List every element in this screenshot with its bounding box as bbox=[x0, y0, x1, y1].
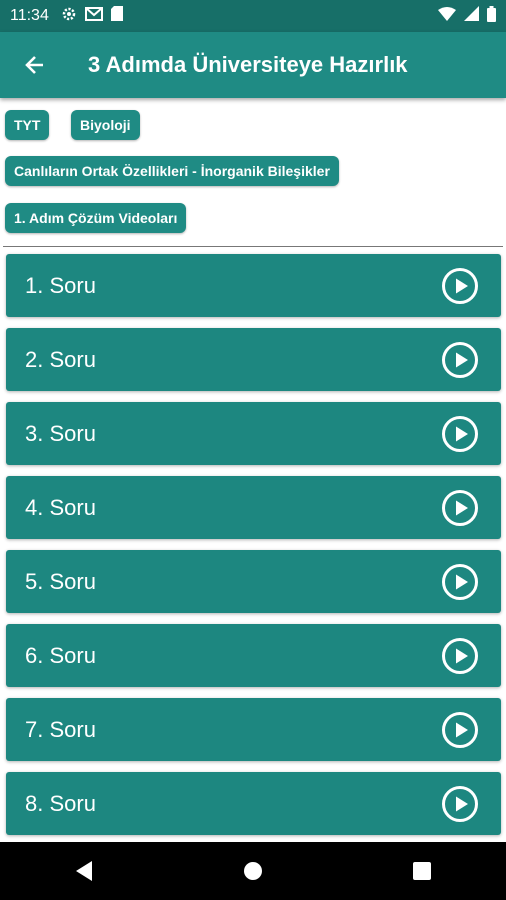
app-bar: 3 Adımda Üniversiteye Hazırlık bbox=[0, 32, 506, 98]
status-bar: 11:34 bbox=[0, 0, 506, 32]
signal-icon bbox=[464, 6, 479, 26]
question-label: 7. Soru bbox=[25, 716, 96, 742]
circle-home-icon bbox=[243, 862, 262, 880]
question-item-6[interactable]: 6. Soru bbox=[6, 624, 501, 687]
nav-recents-button[interactable] bbox=[392, 842, 452, 900]
question-item-7[interactable]: 7. Soru bbox=[6, 698, 501, 761]
question-item-1[interactable]: 1. Soru bbox=[6, 254, 501, 317]
play-circle-icon bbox=[442, 785, 478, 822]
gmail-icon bbox=[84, 6, 103, 26]
exam-chip: TYT bbox=[5, 110, 50, 140]
question-label: 6. Soru bbox=[25, 642, 96, 668]
sd-card-icon bbox=[110, 6, 123, 26]
triangle-back-icon bbox=[76, 861, 93, 881]
play-circle-icon bbox=[442, 563, 478, 600]
play-circle-icon bbox=[442, 415, 478, 452]
square-recents-icon bbox=[412, 862, 431, 880]
question-label: 1. Soru bbox=[25, 272, 96, 298]
status-time: 11:34 bbox=[10, 7, 49, 24]
question-label: 4. Soru bbox=[25, 494, 96, 520]
question-item-2[interactable]: 2. Soru bbox=[6, 328, 501, 391]
battery-icon bbox=[487, 5, 496, 27]
question-item-4[interactable]: 4. Soru bbox=[6, 476, 501, 539]
step-chip: 1. Adım Çözüm Videoları bbox=[5, 203, 187, 233]
play-circle-icon bbox=[442, 711, 478, 748]
question-item-5[interactable]: 5. Soru bbox=[6, 550, 501, 613]
nav-home-button[interactable] bbox=[223, 842, 283, 900]
question-label: 3. Soru bbox=[25, 420, 96, 446]
play-circle-icon bbox=[442, 637, 478, 674]
question-label: 5. Soru bbox=[25, 568, 96, 594]
topic-chip: Canlıların Ortak Özellikleri - İnorganik… bbox=[5, 156, 339, 186]
nav-back-button[interactable] bbox=[54, 842, 114, 900]
subject-chip: Biyoloji bbox=[71, 110, 140, 140]
wifi-icon bbox=[438, 6, 456, 26]
back-button[interactable] bbox=[16, 46, 54, 84]
question-label: 8. Soru bbox=[25, 790, 96, 816]
question-item-3[interactable]: 3. Soru bbox=[6, 402, 501, 465]
navigation-bar bbox=[0, 842, 506, 900]
play-circle-icon bbox=[442, 341, 478, 378]
divider bbox=[3, 246, 503, 247]
arrow-left-icon bbox=[25, 56, 43, 74]
page-title: 3 Adımda Üniversiteye Hazırlık bbox=[88, 52, 408, 77]
question-label: 2. Soru bbox=[25, 346, 96, 372]
question-item-8[interactable]: 8. Soru bbox=[6, 772, 501, 835]
play-circle-icon bbox=[442, 489, 478, 526]
play-circle-icon bbox=[442, 267, 478, 304]
settings-icon bbox=[61, 6, 77, 27]
